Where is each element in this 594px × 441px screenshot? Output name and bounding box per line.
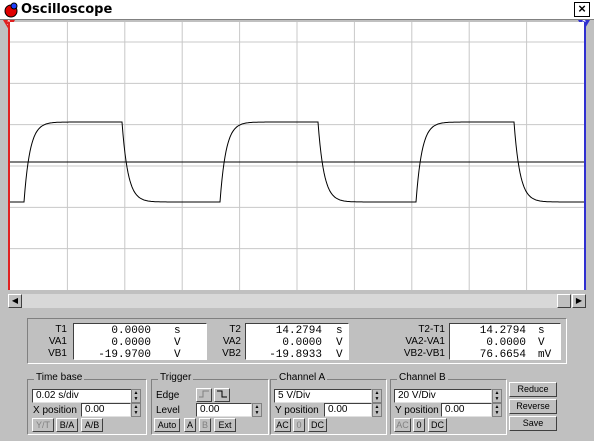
dvb-label: VB2-VB1 [403, 348, 445, 359]
trigger-group: Trigger Edge Level 0.00 ▲ ▼ Auto A B Ext [151, 372, 269, 435]
trigger-level-spinner[interactable]: ▲ ▼ [252, 403, 262, 417]
t1-unit: s [174, 325, 181, 337]
vb2-value: -19.8933 [269, 349, 322, 361]
t1-value: 0.0000 [111, 325, 151, 337]
reduce-button[interactable]: Reduce [509, 382, 557, 397]
va1-unit: V [174, 337, 181, 349]
scroll-right-button[interactable]: ▶ [572, 294, 586, 308]
x-position-input[interactable]: 0.00 [81, 403, 131, 417]
channel-b-dc-button[interactable]: DC [428, 418, 447, 432]
t2-unit: s [336, 325, 343, 337]
timebase-group: Time base 0.02 s/div ▲ ▼ X position 0.00 … [27, 372, 147, 435]
channel-b-scale-select[interactable]: 20 V/Div [394, 389, 492, 403]
dva-unit: V [538, 337, 545, 349]
window-title: Oscilloscope [21, 2, 113, 17]
cursor-2-value-box: 14.2794 0.0000 -19.8933 s V V [245, 323, 349, 361]
channel-a-ypos-input[interactable]: 0.00 [324, 403, 372, 417]
vb1-label: VB1 [48, 348, 67, 359]
va2-label: VA2 [222, 336, 241, 347]
dt-value: 14.2794 [479, 325, 526, 337]
timebase-title: Time base [34, 372, 85, 384]
t1-label: T1 [55, 324, 67, 335]
va2-unit: V [336, 337, 343, 349]
channel-b-ypos-spinner[interactable]: ▲ ▼ [492, 403, 502, 417]
yt-mode-button[interactable]: Y/T [32, 418, 54, 432]
channel-a-title: Channel A [277, 372, 328, 384]
oscilloscope-app-icon [4, 2, 18, 18]
trigger-auto-button[interactable]: Auto [154, 418, 180, 432]
channel-b-ac-button[interactable]: AC [394, 418, 411, 432]
trigger-a-button[interactable]: A [184, 418, 196, 432]
scroll-thumb[interactable] [557, 294, 571, 308]
trigger-ext-button[interactable]: Ext [214, 418, 236, 432]
cursor-readout-panel: T1 VA1 VB1 0.0000 0.0000 -19.9700 s V V … [27, 318, 567, 364]
channel-a-ac-button[interactable]: AC [274, 418, 291, 432]
channel-a-scale-select[interactable]: 5 V/Div [274, 389, 372, 403]
ba-mode-button[interactable]: B/A [56, 418, 78, 432]
scope-graticule [10, 22, 584, 290]
cursor-1-value-box: 0.0000 0.0000 -19.9700 s V V [73, 323, 207, 361]
channel-a-scale-spinner[interactable]: ▲ ▼ [372, 389, 382, 403]
reverse-button[interactable]: Reverse [509, 399, 557, 414]
va1-value: 0.0000 [111, 337, 151, 349]
dt-unit: s [538, 325, 545, 337]
falling-edge-icon[interactable] [214, 388, 230, 402]
t2-label: T2 [229, 324, 241, 335]
timebase-spinner[interactable]: ▲ ▼ [131, 389, 141, 403]
va2-value: 0.0000 [282, 337, 322, 349]
dva-label: VA2-VA1 [405, 336, 445, 347]
vb1-value: -19.9700 [98, 349, 151, 361]
trigger-title: Trigger [158, 372, 194, 384]
save-button[interactable]: Save [509, 416, 557, 431]
delta-value-box: 14.2794 0.0000 76.6654 s V mV [449, 323, 561, 361]
vb2-label: VB2 [222, 348, 241, 359]
timebase-select[interactable]: 0.02 s/div [32, 389, 132, 403]
vb2-unit: V [336, 349, 343, 361]
rising-edge-icon[interactable] [196, 388, 212, 402]
channel-a-ypos-label: Y position [275, 405, 319, 416]
channel-b-group: Channel B 20 V/Div ▲ ▼ Y position 0.00 ▲ ▼… [390, 372, 507, 435]
scope-screen [8, 22, 586, 290]
t2-value: 14.2794 [275, 325, 322, 337]
title-bar: Oscilloscope × [0, 0, 594, 20]
channel-a-group: Channel A 5 V/Div ▲ ▼ Y position 0.00 ▲ ▼ … [270, 372, 387, 435]
dvb-unit: mV [538, 349, 552, 361]
x-position-spinner[interactable]: ▲ ▼ [131, 403, 141, 417]
channel-a-ypos-spinner[interactable]: ▲ ▼ [372, 403, 382, 417]
edge-label: Edge [156, 390, 180, 401]
x-position-label: X position [33, 405, 77, 416]
vb1-unit: V [174, 349, 181, 361]
trigger-b-button[interactable]: B [199, 418, 211, 432]
channel-a-0-button[interactable]: 0 [293, 418, 305, 432]
dvb-value: 76.6654 [479, 349, 526, 361]
channel-b-title: Channel B [397, 372, 448, 384]
dva-value: 0.0000 [486, 337, 526, 349]
channel-a-dc-button[interactable]: DC [308, 418, 327, 432]
horizontal-scrollbar[interactable]: ◀ ▶ [8, 294, 586, 308]
va1-label: VA1 [48, 336, 67, 347]
channel-b-0-button[interactable]: 0 [413, 418, 425, 432]
trigger-level-input[interactable]: 0.00 [196, 403, 252, 417]
channel-b-ypos-label: Y position [395, 405, 439, 416]
scroll-left-button[interactable]: ◀ [8, 294, 22, 308]
channel-b-ypos-input[interactable]: 0.00 [441, 403, 492, 417]
close-button[interactable]: × [574, 2, 590, 17]
channel-b-scale-spinner[interactable]: ▲ ▼ [492, 389, 502, 403]
dt-label: T2-T1 [418, 324, 445, 335]
ab-mode-button[interactable]: A/B [81, 418, 103, 432]
level-label: Level [156, 405, 180, 416]
